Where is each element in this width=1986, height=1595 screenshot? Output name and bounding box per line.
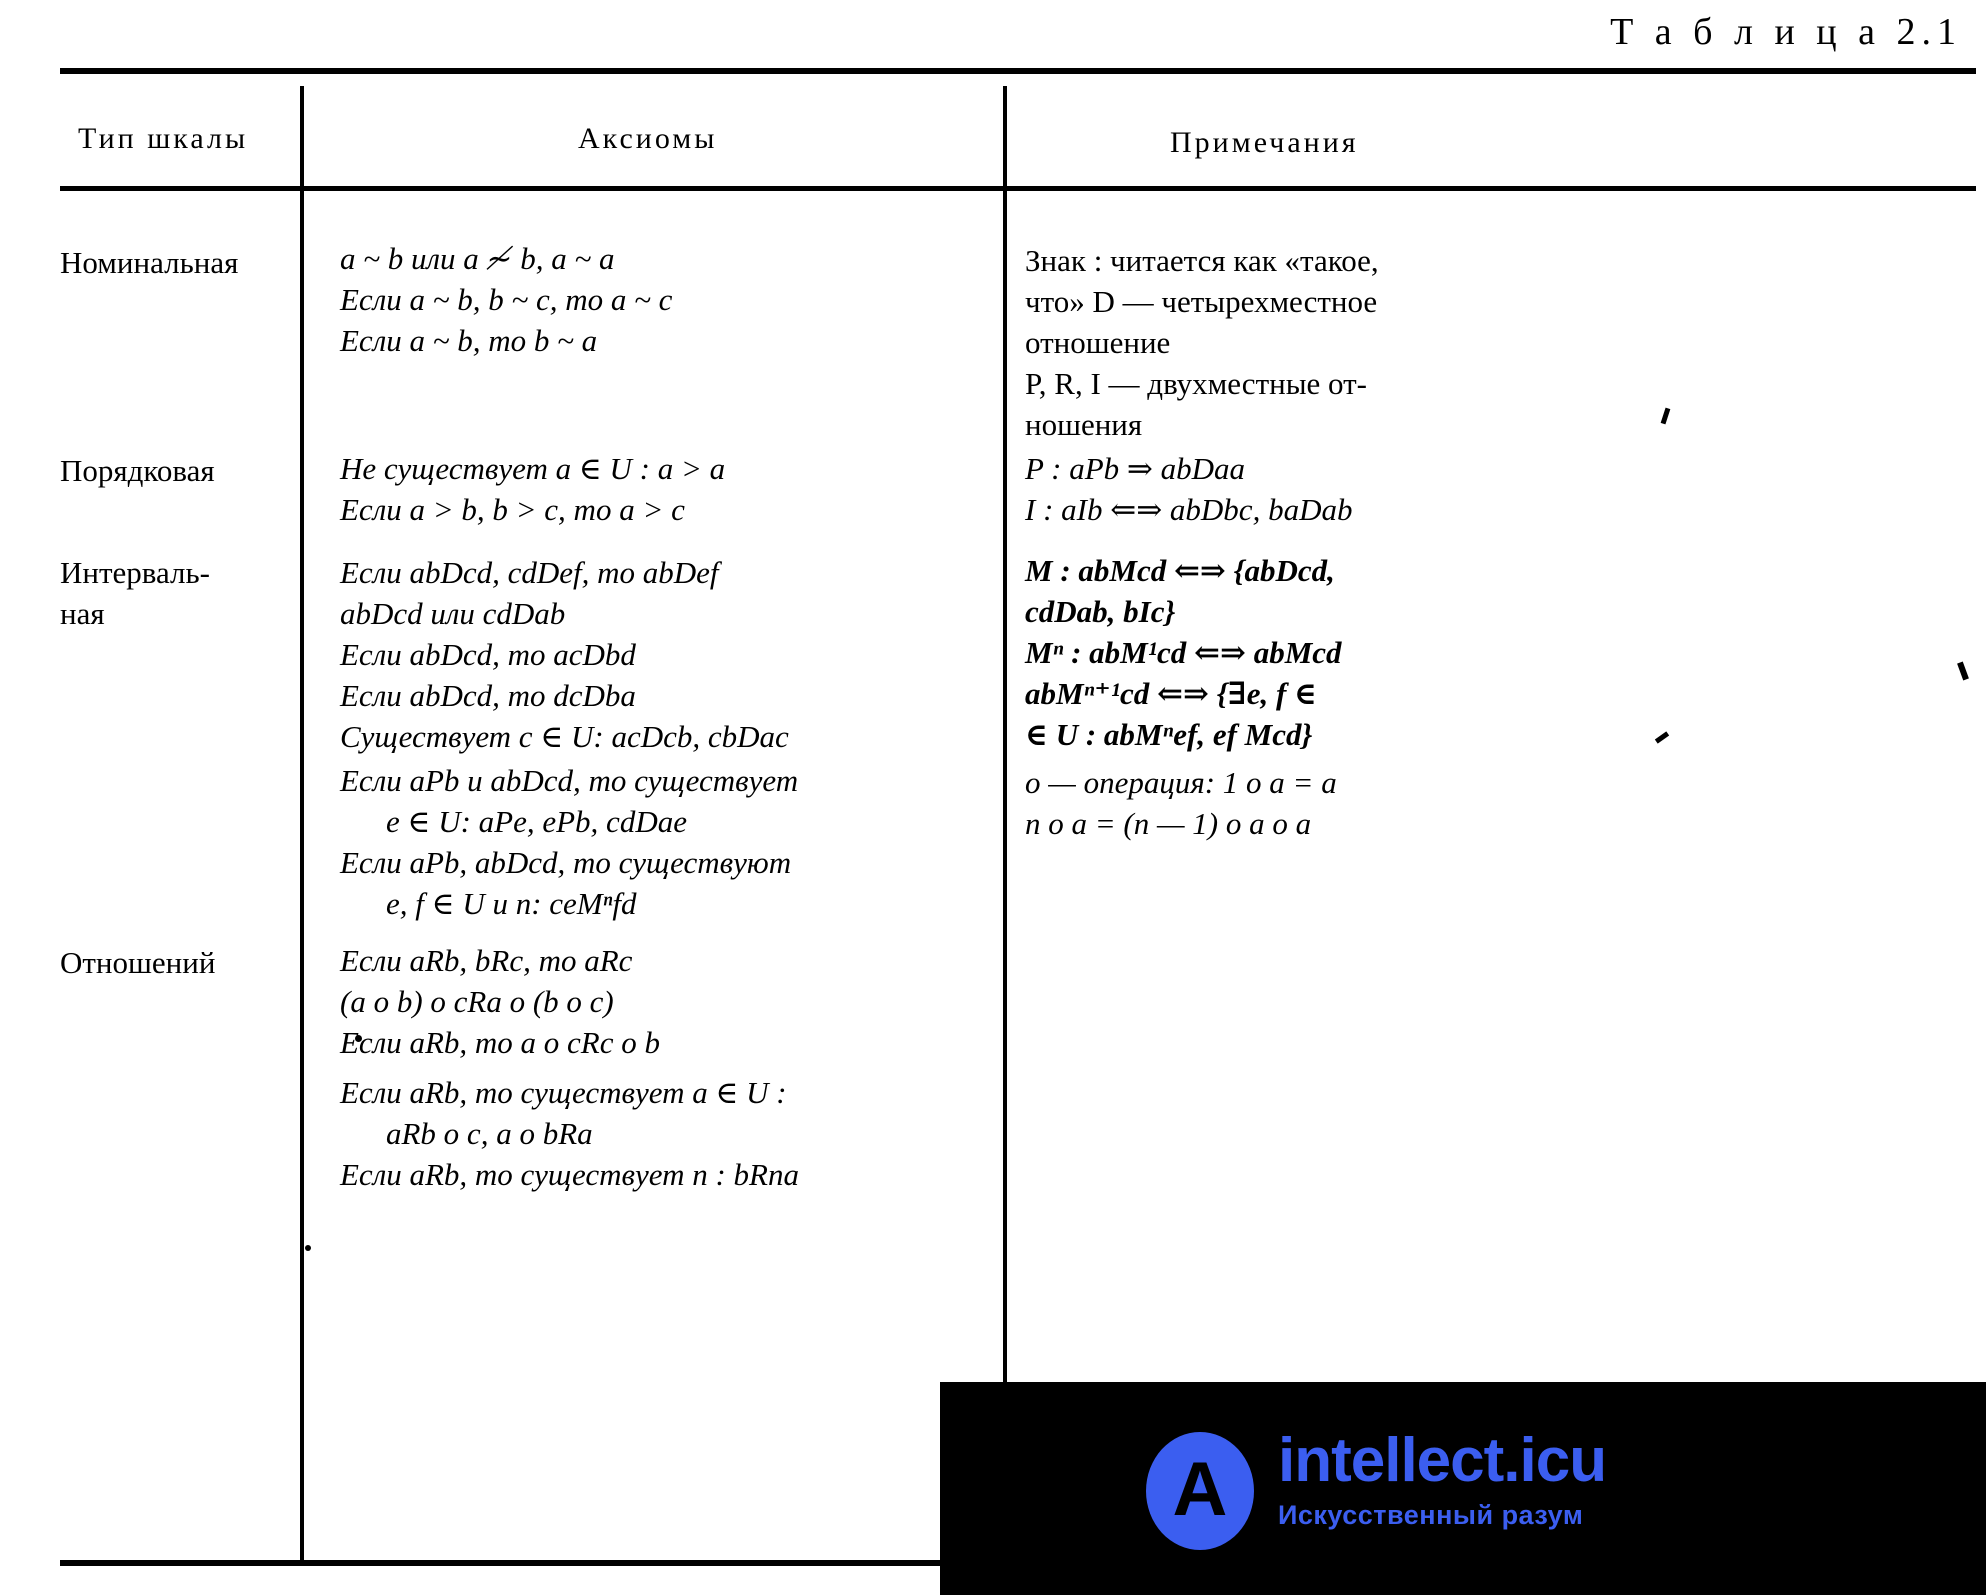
axiom-line: Если aRb, то существует n : bRna (340, 1157, 799, 1192)
axiom-line: Если aRb, то a о cRc о b (340, 1025, 660, 1060)
row-interval-axioms: Если abDcd, cdDef, то abDef abDcd или cd… (340, 552, 990, 757)
row-nominal-axioms: a ~ b или a ≁ b, a ~ a Если a ~ b, b ~ c… (340, 238, 990, 361)
note-line: ∈ U : abMⁿef, ef Mcd} (1025, 717, 1313, 752)
header-bottom-rule (60, 186, 1976, 191)
note-line: I : aIb ⇐⇒ abDbc, baDab (1025, 492, 1353, 527)
scan-speck (355, 1035, 362, 1042)
axiom-line: Если a > b, b > c, то a > c (340, 492, 685, 527)
axiom-line: Существует c ∈ U: acDcb, cbDac (340, 719, 789, 754)
scale-type-label: Порядковая (60, 453, 215, 488)
note-line: abMⁿ⁺¹cd ⇐⇒ {∃e, f ∈ (1025, 676, 1317, 711)
scale-type-label: Отношений (60, 945, 216, 980)
row-relation-axioms-cont: Если aRb, то существует a ∈ U : aRb о c,… (340, 1072, 990, 1195)
row-interval-type: Интерваль- ная (60, 552, 295, 634)
note-line: о — операция: 1 о a = a (1025, 765, 1337, 800)
watermark-tagline: Искусственный разум (1278, 1500, 1584, 1530)
note-line: что» D — четырехместное (1025, 284, 1378, 319)
note-line: P : aPb ⇒ abDaa (1025, 451, 1245, 486)
axiom-line: Если aRb, bRc, то aRc (340, 943, 633, 978)
row-ordinal-axioms: Не существует a ∈ U : a > a Если a > b, … (340, 448, 990, 530)
note-line: Знак : читается как «такое, (1025, 243, 1379, 278)
note-line: n о a = (n — 1) о a о a (1025, 806, 1312, 841)
row-ordinal-type: Порядковая (60, 450, 295, 491)
header-axioms-column: Аксиомы (578, 122, 718, 155)
axiom-line: e, f ∈ U и n: ceMⁿfd (386, 886, 637, 921)
axiom-line: Если a ~ b, то b ~ a (340, 323, 598, 358)
watermark-site-title: intellect.icu (1278, 1426, 1607, 1495)
row-interval-axioms-cont: Если aPb и abDcd, то существует e ∈ U: a… (340, 760, 990, 924)
axiom-line: Если aPb и abDcd, то существует (340, 763, 799, 798)
note-line: P, R, I — двухместные от- (1025, 366, 1367, 401)
row-relation-type: Отношений (60, 942, 295, 983)
table-caption: Т а б л и ц а 2.1 (1610, 11, 1962, 53)
table-top-rule (60, 68, 1976, 74)
axiom-line: Если abDcd, то dcDba (340, 678, 636, 713)
axiom-line: aRb о c, a о bRa (386, 1116, 593, 1151)
column-divider-2 (1003, 86, 1007, 1566)
axiom-line: Если aPb, abDcd, то существуют (340, 845, 792, 880)
note-line: Mⁿ : abM¹cd ⇐⇒ abMcd (1025, 635, 1342, 670)
scale-type-label: Интерваль- (60, 555, 210, 590)
header-type-column: Тип шкалы (78, 122, 249, 155)
column-divider-1 (300, 86, 304, 1566)
scale-type-label: Номинальная (60, 245, 239, 280)
axiom-line: (a о b) о cRa о (b о c) (340, 984, 614, 1019)
scale-type-label-cont: ная (60, 596, 105, 631)
note-line: M : abMcd ⇐⇒ {abDcd, (1025, 553, 1335, 588)
row-nominal-type: Номинальная (60, 242, 295, 283)
row-nominal-notes: Знак : читается как «такое, что» D — чет… (1025, 240, 1975, 445)
axiom-line: Не существует a ∈ U : a > a (340, 451, 726, 486)
row-relation-axioms: Если aRb, bRc, то aRc (a о b) о cRa о (b… (340, 940, 990, 1063)
scan-speck (305, 1245, 311, 1251)
watermark-text: intellect.icu Искусственный разум (1278, 1426, 1838, 1531)
note-line: отношение (1025, 325, 1171, 360)
row-interval-notes-cont: о — операция: 1 о a = a n о a = (n — 1) … (1025, 762, 1975, 844)
header-notes-column: Примечания (1170, 126, 1359, 159)
logo-letter: A (1172, 1447, 1228, 1532)
note-line: cdDab, bIc} (1025, 594, 1176, 629)
axiom-line: a ~ b или a ≁ b, a ~ a (340, 241, 615, 276)
axiom-line: abDcd или cdDab (340, 596, 566, 631)
intellect-logo-icon: A (1146, 1432, 1254, 1550)
axiom-line: Если a ~ b, b ~ c, то a ~ c (340, 282, 673, 317)
note-line: ношения (1025, 407, 1143, 442)
axiom-line: Если abDcd, cdDef, то abDef (340, 555, 719, 590)
row-interval-notes: M : abMcd ⇐⇒ {abDcd, cdDab, bIc} Mⁿ : ab… (1025, 550, 1975, 755)
axiom-line: Если aRb, то существует a ∈ U : (340, 1075, 787, 1110)
axiom-line: e ∈ U: aPe, ePb, cdDae (386, 804, 687, 839)
axiom-line: Если abDcd, то acDbd (340, 637, 636, 672)
row-ordinal-notes: P : aPb ⇒ abDaa I : aIb ⇐⇒ abDbc, baDab (1025, 448, 1975, 530)
scanned-table-page: Т а б л и ц а 2.1 Тип шкалы Аксиомы Прим… (0, 0, 1986, 1595)
